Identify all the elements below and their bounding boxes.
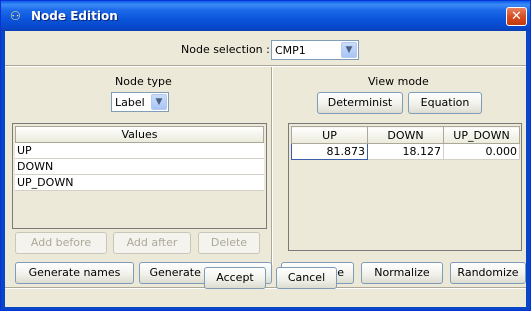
cancel-button[interactable]: Cancel: [276, 267, 337, 289]
node-icon: ⚇: [10, 9, 21, 23]
view-mode-label: View mode: [368, 75, 429, 88]
add-after-button[interactable]: Add after: [113, 232, 191, 254]
equation-button[interactable]: Equation: [408, 92, 482, 114]
table-row: 81.873 18.127 0.000: [291, 143, 520, 160]
list-item[interactable]: UP: [15, 143, 264, 159]
node-type-combo[interactable]: Label ▼: [111, 92, 169, 112]
accept-button[interactable]: Accept: [204, 267, 266, 289]
window-frame-right: [526, 31, 530, 310]
values-list: Values UP DOWN UP_DOWN: [12, 123, 267, 229]
list-item[interactable]: DOWN: [15, 159, 264, 175]
dialog-content: Node selection : CMP1 ▼ Node type Label …: [5, 31, 526, 309]
generate-names-button[interactable]: Generate names: [15, 262, 134, 284]
list-item[interactable]: UP_DOWN: [15, 175, 264, 191]
delete-button[interactable]: Delete: [198, 232, 260, 254]
determinist-button[interactable]: Determinist: [317, 92, 403, 114]
window-title: Node Edition: [31, 9, 118, 23]
title-bar[interactable]: ⚇ Node Edition ✕: [1, 1, 530, 31]
column-header-up[interactable]: UP: [291, 126, 368, 144]
table-cell[interactable]: 0.000: [443, 143, 520, 160]
table-cell[interactable]: 81.873: [291, 143, 368, 160]
center-separator: [271, 67, 273, 265]
chevron-down-icon[interactable]: ▼: [341, 42, 357, 58]
node-type-label: Node type: [115, 75, 172, 88]
close-icon[interactable]: ✕: [506, 7, 527, 26]
node-selection-label: Node selection :: [181, 43, 270, 56]
node-selection-value: CMP1: [275, 44, 306, 57]
table-cell[interactable]: 18.127: [367, 143, 444, 160]
values-header: Values: [15, 126, 264, 143]
column-header-down[interactable]: DOWN: [367, 126, 444, 144]
node-selection-combo[interactable]: CMP1 ▼: [271, 40, 359, 60]
probability-table: UP DOWN UP_DOWN 81.873 18.127 0.000: [288, 123, 522, 251]
add-before-button[interactable]: Add before: [15, 232, 107, 254]
randomize-button[interactable]: Randomize: [450, 262, 526, 284]
top-separator: [5, 65, 526, 67]
column-header-up-down[interactable]: UP_DOWN: [443, 126, 520, 144]
chevron-down-icon[interactable]: ▼: [151, 94, 167, 110]
normalize-button[interactable]: Normalize: [361, 262, 443, 284]
node-edition-dialog: ⚇ Node Edition ✕ Node selection : CMP1 ▼…: [0, 0, 531, 311]
node-type-value: Label: [115, 96, 145, 109]
